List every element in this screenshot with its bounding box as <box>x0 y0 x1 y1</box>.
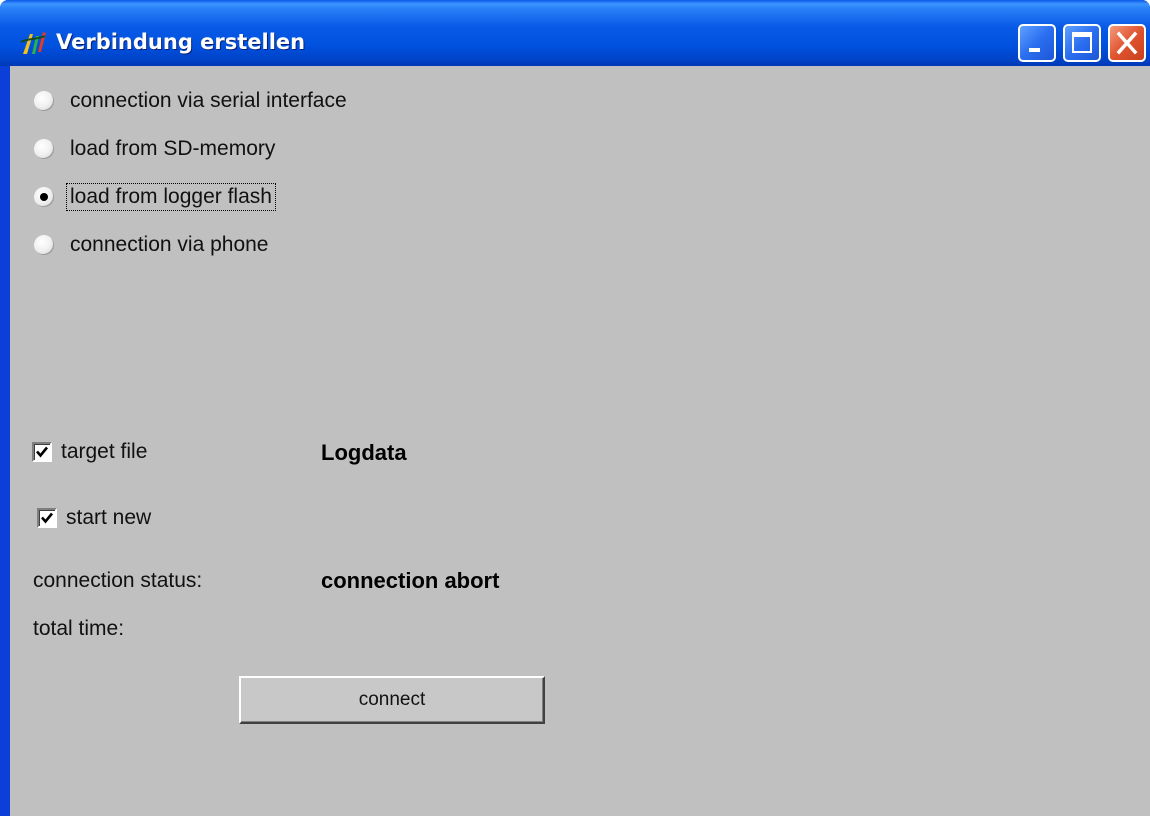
start-new-checkbox[interactable]: start new <box>37 503 151 533</box>
checkmark-icon <box>41 512 54 524</box>
radio-label[interactable]: connection via phone <box>66 231 273 259</box>
maximize-icon <box>1072 32 1092 53</box>
radio-logger-flash[interactable]: load from logger flash <box>34 182 276 212</box>
radio-label[interactable]: load from logger flash <box>66 183 276 211</box>
checkbox-label[interactable]: target file <box>61 440 147 464</box>
app-logo-icon <box>20 32 46 54</box>
dialog-client-area: connection via serial interface load fro… <box>10 66 1150 816</box>
checkbox[interactable] <box>32 442 52 462</box>
minimize-icon <box>1029 48 1040 52</box>
checkbox[interactable] <box>37 508 57 528</box>
window-title: Verbindung erstellen <box>56 30 306 54</box>
radio-button[interactable] <box>34 235 54 255</box>
radio-button-selected[interactable] <box>34 187 54 207</box>
target-file-checkbox[interactable]: target file <box>32 437 147 467</box>
connect-button[interactable]: connect <box>239 676 545 724</box>
close-icon <box>1116 31 1138 55</box>
radio-serial-interface[interactable]: connection via serial interface <box>34 86 351 116</box>
checkmark-icon <box>36 446 49 458</box>
radio-label[interactable]: connection via serial interface <box>66 87 351 115</box>
close-button[interactable] <box>1108 24 1146 62</box>
maximize-button[interactable] <box>1063 24 1101 62</box>
connection-status-value: connection abort <box>321 568 500 593</box>
minimize-button[interactable] <box>1018 24 1056 62</box>
radio-button[interactable] <box>34 91 54 111</box>
total-time-label: total time: <box>33 617 125 640</box>
connection-status-label: connection status: <box>33 569 203 592</box>
dialog-window: Verbindung erstellen connection via seri… <box>0 0 1150 816</box>
radio-button[interactable] <box>34 139 54 159</box>
radio-sd-memory[interactable]: load from SD-memory <box>34 134 279 164</box>
radio-phone[interactable]: connection via phone <box>34 230 273 260</box>
target-file-value: Logdata <box>321 440 407 465</box>
title-bar[interactable]: Verbindung erstellen <box>0 0 1150 66</box>
radio-label[interactable]: load from SD-memory <box>66 135 279 163</box>
checkbox-label[interactable]: start new <box>66 506 151 530</box>
